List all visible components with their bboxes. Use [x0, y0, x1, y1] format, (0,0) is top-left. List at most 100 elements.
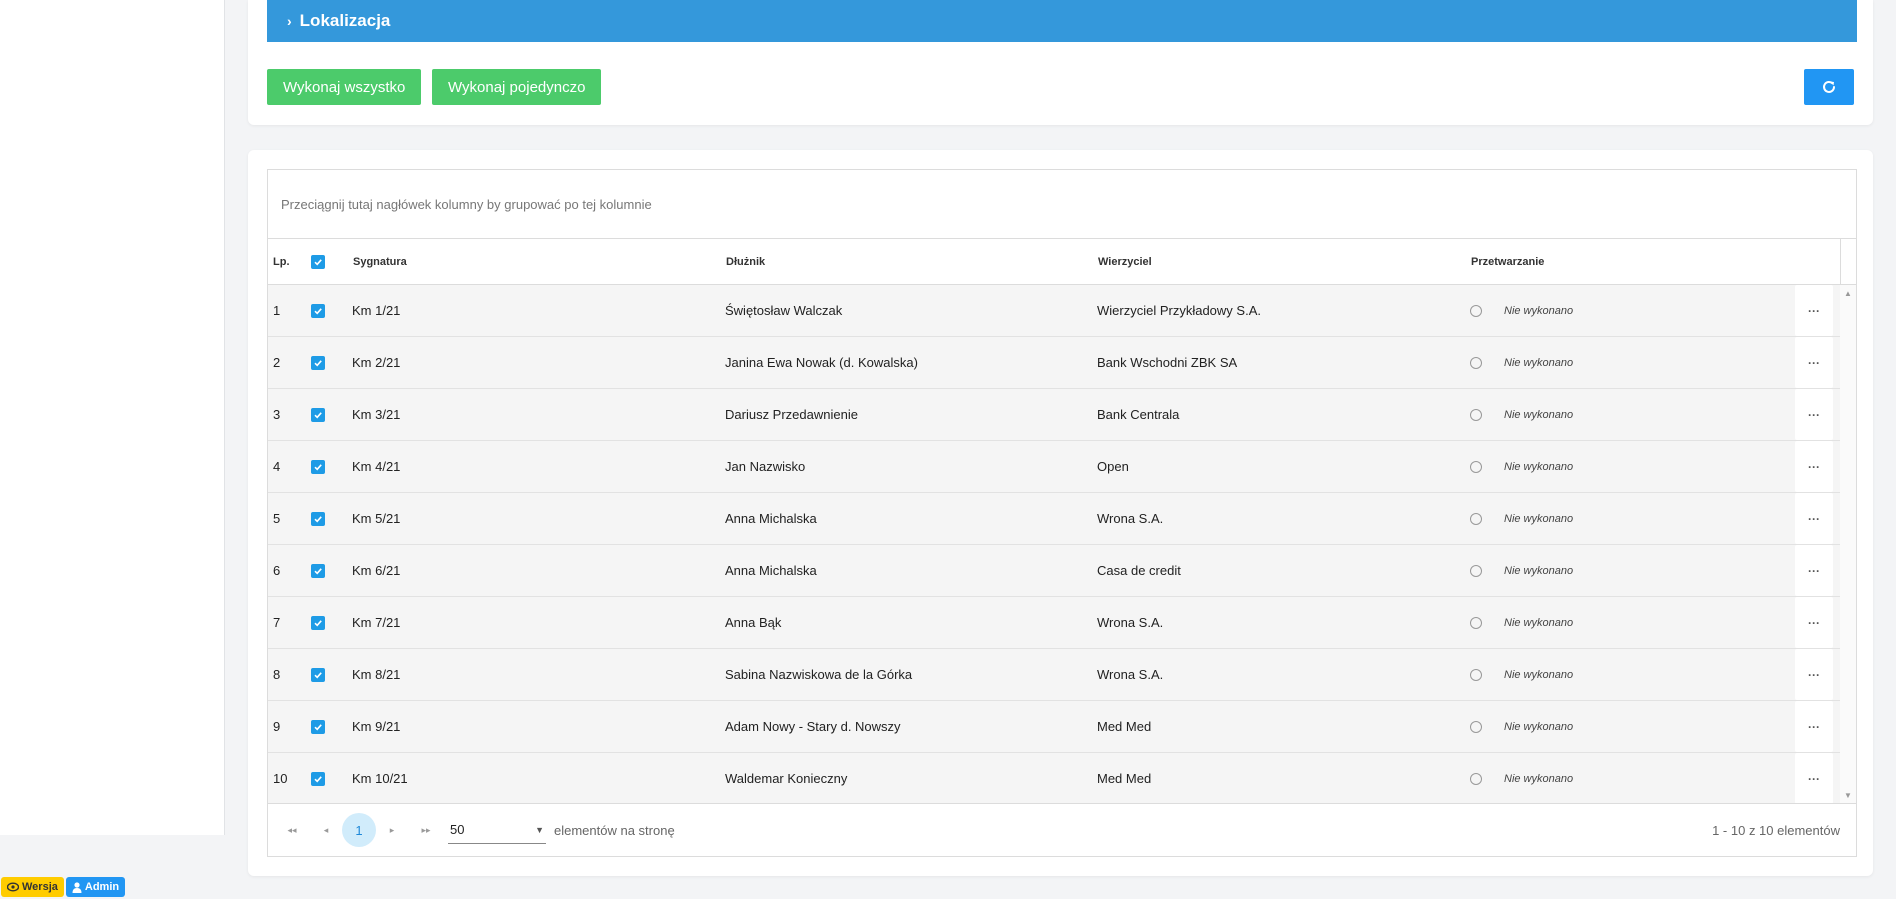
row-menu-button[interactable]: ··· — [1795, 493, 1833, 544]
row-menu-button[interactable]: ··· — [1795, 441, 1833, 492]
refresh-button[interactable] — [1804, 69, 1854, 105]
row-creditor: Med Med — [1097, 771, 1152, 786]
first-page-icon[interactable]: ◂◂ — [282, 820, 302, 840]
page-number-button[interactable]: 1 — [342, 813, 376, 847]
status-radio — [1470, 597, 1482, 648]
table-row[interactable]: 7 Km 7/21 Anna Bąk Wrona S.A. Nie wykona… — [268, 597, 1841, 649]
row-menu-button[interactable]: ··· — [1795, 701, 1833, 752]
table-row[interactable]: 4 Km 4/21 Jan Nazwisko Open Nie wykonano… — [268, 441, 1841, 493]
table-row[interactable]: 9 Km 9/21 Adam Nowy - Stary d. Nowszy Me… — [268, 701, 1841, 753]
row-creditor: Med Med — [1097, 719, 1152, 734]
status-text: Nie wykonano — [1504, 720, 1574, 733]
row-creditor: Bank Wschodni ZBK SA — [1097, 355, 1238, 370]
prev-page-icon[interactable]: ◂ — [316, 820, 336, 840]
table-row[interactable]: 10 Km 10/21 Waldemar Konieczny Med Med N… — [268, 753, 1841, 804]
check-icon — [311, 719, 325, 734]
grid-header: Lp. Sygnatura Dłużnik Wierzyciel Przetwa… — [268, 239, 1856, 285]
check-icon — [311, 771, 325, 786]
user-icon — [72, 881, 82, 893]
grid-card: Przeciągnij tutaj nagłówek kolumny by gr… — [248, 150, 1873, 876]
table-row[interactable]: 8 Km 8/21 Sabina Nazwiskowa de la Górka … — [268, 649, 1841, 701]
row-checkbox[interactable] — [311, 441, 325, 492]
version-badge[interactable]: Wersja — [1, 877, 64, 897]
status-text: Nie wykonano — [1504, 668, 1574, 681]
vertical-scrollbar[interactable]: ▲ ▼ — [1840, 285, 1856, 804]
row-checkbox[interactable] — [311, 701, 325, 752]
row-lp: 3 — [273, 407, 281, 422]
row-creditor: Wrona S.A. — [1097, 615, 1164, 630]
row-checkbox[interactable] — [311, 389, 325, 440]
row-debtor: Dariusz Przedawnienie — [725, 407, 858, 422]
sidebar — [0, 0, 225, 835]
row-menu-button[interactable]: ··· — [1795, 285, 1833, 336]
group-panel[interactable]: Przeciągnij tutaj nagłówek kolumny by gr… — [268, 170, 1856, 239]
row-creditor: Wierzyciel Przykładowy S.A. — [1097, 303, 1261, 318]
row-signature: Km 6/21 — [352, 563, 401, 578]
check-icon — [311, 511, 325, 526]
col-header-creditor[interactable]: Wierzyciel — [1098, 239, 1152, 284]
execute-single-button[interactable]: Wykonaj pojedynczo — [432, 69, 602, 105]
table-row[interactable]: 2 Km 2/21 Janina Ewa Nowak (d. Kowalska)… — [268, 337, 1841, 389]
caret-down-icon: ▼ — [535, 824, 544, 835]
table-row[interactable]: 6 Km 6/21 Anna Michalska Casa de credit … — [268, 545, 1841, 597]
check-icon — [311, 615, 325, 630]
col-header-signature[interactable]: Sygnatura — [353, 239, 407, 284]
status-text: Nie wykonano — [1504, 356, 1574, 369]
col-header-lp[interactable]: Lp. — [273, 239, 290, 284]
row-checkbox[interactable] — [311, 493, 325, 544]
row-lp: 1 — [273, 303, 281, 318]
scrollbar-header — [1840, 239, 1856, 284]
status-text: Nie wykonano — [1504, 512, 1574, 525]
row-menu-button[interactable]: ··· — [1795, 753, 1833, 804]
row-creditor: Bank Centrala — [1097, 407, 1180, 422]
row-creditor: Wrona S.A. — [1097, 667, 1164, 682]
radio-circle-icon — [1470, 512, 1482, 525]
table-row[interactable]: 5 Km 5/21 Anna Michalska Wrona S.A. Nie … — [268, 493, 1841, 545]
select-all-checkbox[interactable] — [311, 239, 325, 284]
row-menu-button[interactable]: ··· — [1795, 337, 1833, 388]
row-signature: Km 7/21 — [352, 615, 401, 630]
user-badge[interactable]: Admin — [65, 877, 126, 897]
last-page-icon[interactable]: ▸▸ — [416, 820, 436, 840]
execute-all-button[interactable]: Wykonaj wszystko — [267, 69, 422, 105]
row-lp: 6 — [273, 563, 281, 578]
check-icon — [311, 254, 325, 269]
check-icon — [311, 355, 325, 370]
row-checkbox[interactable] — [311, 753, 325, 804]
next-page-icon[interactable]: ▸ — [382, 820, 402, 840]
row-checkbox[interactable] — [311, 649, 325, 700]
col-header-processing[interactable]: Przetwarzanie — [1471, 239, 1544, 284]
row-signature: Km 10/21 — [352, 771, 408, 786]
check-icon — [311, 407, 325, 422]
status-text: Nie wykonano — [1504, 408, 1574, 421]
grid-body: 1 Km 1/21 Świętosław Walczak Wierzyciel … — [268, 285, 1856, 804]
section-header-lokalizacja[interactable]: › Lokalizacja — [267, 0, 1857, 42]
row-menu-button[interactable]: ··· — [1795, 649, 1833, 700]
row-debtor: Janina Ewa Nowak (d. Kowalska) — [725, 355, 918, 370]
row-debtor: Adam Nowy - Stary d. Nowszy — [725, 719, 901, 734]
radio-circle-icon — [1470, 460, 1482, 473]
row-checkbox[interactable] — [311, 597, 325, 648]
footer-badges: Wersja Admin — [1, 877, 126, 897]
scroll-down-icon[interactable]: ▼ — [1844, 791, 1852, 800]
row-menu-button[interactable]: ··· — [1795, 597, 1833, 648]
row-signature: Km 1/21 — [352, 303, 401, 318]
row-menu-button[interactable]: ··· — [1795, 545, 1833, 596]
table-row[interactable]: 1 Km 1/21 Świętosław Walczak Wierzyciel … — [268, 285, 1841, 337]
row-checkbox[interactable] — [311, 545, 325, 596]
page-size-select[interactable]: 50 ▼ — [448, 816, 546, 844]
table-row[interactable]: 3 Km 3/21 Dariusz Przedawnienie Bank Cen… — [268, 389, 1841, 441]
pager-info: 1 - 10 z 10 elementów — [1712, 822, 1840, 838]
row-checkbox[interactable] — [311, 337, 325, 388]
row-debtor: Anna Michalska — [725, 563, 817, 578]
row-creditor: Casa de credit — [1097, 563, 1181, 578]
col-header-debtor[interactable]: Dłużnik — [726, 239, 765, 284]
status-text: Nie wykonano — [1504, 564, 1574, 577]
row-checkbox[interactable] — [311, 285, 325, 336]
row-menu-button[interactable]: ··· — [1795, 389, 1833, 440]
actions-card: › Lokalizacja Wykonaj wszystko Wykonaj p… — [248, 0, 1873, 125]
scroll-up-icon[interactable]: ▲ — [1844, 289, 1852, 298]
check-icon — [311, 563, 325, 578]
status-radio — [1470, 337, 1482, 388]
status-radio — [1470, 649, 1482, 700]
